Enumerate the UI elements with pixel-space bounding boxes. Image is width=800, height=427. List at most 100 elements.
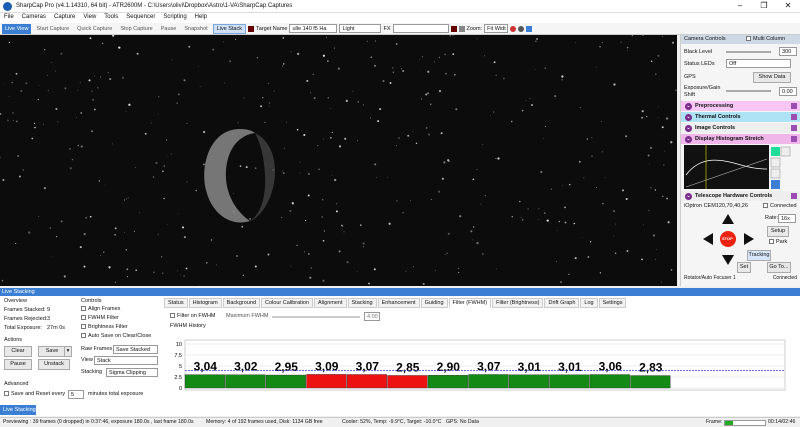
zoom-select[interactable]: Fit Widt <box>484 24 509 33</box>
menu-cameras[interactable]: Cameras <box>18 13 50 21</box>
rate-select[interactable]: 16x <box>778 214 796 223</box>
filter-on-fwhm-checkbox[interactable] <box>170 313 175 319</box>
tab-drift-graph[interactable]: Drift Graph <box>544 298 580 308</box>
minimize-button[interactable]: – <box>728 0 752 13</box>
color-swatch-icon[interactable] <box>247 25 254 32</box>
grid-icon[interactable] <box>458 25 465 32</box>
pin-icon[interactable] <box>526 25 533 32</box>
section-thermal[interactable]: ⌄ Thermal Controls <box>681 112 800 122</box>
record-icon[interactable] <box>510 25 517 32</box>
stacking-select[interactable]: Sigma Clipping <box>106 368 158 377</box>
menu-icon[interactable] <box>791 125 797 131</box>
chevron-down-icon: ⌄ <box>685 125 692 132</box>
save-reset-input[interactable]: 5 <box>68 390 84 399</box>
menu-icon[interactable] <box>791 103 797 109</box>
live-view-button[interactable]: Live View <box>2 23 32 34</box>
pause-button[interactable]: Pause <box>158 24 180 34</box>
view-select[interactable]: Stack <box>94 356 158 365</box>
menu-icon[interactable] <box>791 193 797 199</box>
title-bar: SharpCap Pro (v4.1.14310, 64 bit) - ATR2… <box>0 0 800 13</box>
rotator-section[interactable]: Rotator/Auto Focuser 1 <box>684 275 736 281</box>
tab-filter-fwhm[interactable]: Filter (FWHM) <box>448 298 492 308</box>
save-button[interactable]: Save <box>38 346 66 357</box>
auto-save-checkbox[interactable] <box>81 333 86 339</box>
max-fwhm-slider[interactable] <box>272 316 360 318</box>
live-stack-button[interactable]: Live Stack <box>212 23 246 34</box>
zoom-icon[interactable] <box>518 25 525 32</box>
stop-capture-button[interactable]: Stop Capture <box>117 24 155 34</box>
menu-sequencer[interactable]: Sequencer <box>122 13 159 21</box>
tab-filter-brightness[interactable]: Filter (Brightness) <box>492 298 544 308</box>
section-telescope[interactable]: ⌄ Telescope Hardware Controls <box>681 191 800 201</box>
auto-save-label: Auto Save on Clear/Close <box>88 333 152 339</box>
max-fwhm-input[interactable]: 4.00 <box>364 312 380 321</box>
section-preprocessing[interactable]: ⌄ Preprocessing <box>681 101 800 111</box>
show-data-button[interactable]: Show Data <box>753 72 791 83</box>
menu-icon[interactable] <box>791 136 797 142</box>
live-stacking-tab[interactable]: Live Stacking <box>0 405 36 415</box>
goto-button[interactable]: Go To... <box>767 262 791 273</box>
maximize-button[interactable]: ❐ <box>752 0 776 13</box>
unstack-button[interactable]: Unstack <box>38 359 70 370</box>
menu-view[interactable]: View <box>79 13 100 21</box>
black-level-input[interactable]: 300 <box>779 47 797 56</box>
exposure-shift-slider[interactable] <box>726 90 771 92</box>
tab-log[interactable]: Log <box>580 298 598 308</box>
save-reset-checkbox[interactable] <box>4 391 9 397</box>
tab-colour-calibration[interactable]: Colour Calibration <box>261 298 314 308</box>
image-preview[interactable] <box>0 35 677 286</box>
fx-select[interactable] <box>392 24 449 33</box>
view-label: View <box>81 357 93 363</box>
target-name-input[interactable]: ulle 140 f5 Ha <box>289 24 338 33</box>
menu-capture[interactable]: Capture <box>50 13 79 21</box>
reticle-color-icon[interactable] <box>450 25 457 32</box>
menu-tools[interactable]: Tools <box>100 13 122 21</box>
tab-status[interactable]: Status <box>164 298 188 308</box>
close-button[interactable]: ✕ <box>776 0 800 13</box>
tab-alignment[interactable]: Alignment <box>314 298 347 308</box>
profile-select[interactable]: Light <box>339 24 382 33</box>
mount-select[interactable]: iOptron CEM120,70,40,26 <box>684 203 748 209</box>
tab-histogram[interactable]: Histogram <box>188 298 222 308</box>
exposure-shift-input[interactable]: 0.00 <box>779 87 797 96</box>
clear-button[interactable]: Clear <box>4 346 32 357</box>
camera-controls-header[interactable]: Camera Controls Multi Column <box>681 35 800 44</box>
fwhm-bar-label: 2,85 <box>396 360 420 374</box>
tab-settings[interactable]: Settings <box>598 298 627 308</box>
tab-background[interactable]: Background <box>222 298 261 308</box>
fwhm-filter-checkbox[interactable] <box>81 315 86 321</box>
connected-checkbox[interactable] <box>763 203 768 209</box>
park-checkbox[interactable] <box>769 239 774 245</box>
y-tick-label: 7.5 <box>174 353 182 359</box>
section-histogram-stretch[interactable]: ⌄ Display Histogram Stretch <box>681 134 800 144</box>
multi-column-checkbox[interactable] <box>746 36 751 42</box>
align-frames-checkbox[interactable] <box>81 306 86 312</box>
stop-button[interactable]: STOP <box>722 236 733 241</box>
tab-guiding[interactable]: Guiding <box>420 298 448 308</box>
setup-button[interactable]: Setup <box>767 226 789 237</box>
menu-file[interactable]: File <box>0 13 18 21</box>
fwhm-bar-label: 3,02 <box>234 360 258 374</box>
frame-label: Frame: <box>706 419 723 425</box>
frame-progress <box>724 420 766 426</box>
brightness-filter-checkbox[interactable] <box>81 324 86 330</box>
pause-stack-button[interactable]: Pause <box>4 359 32 370</box>
save-dropdown-icon[interactable]: ▾ <box>64 346 72 357</box>
histogram-panel[interactable] <box>681 145 800 190</box>
tracking-button[interactable]: Tracking <box>747 250 771 261</box>
raw-frames-select[interactable]: Save Stacked <box>113 345 158 354</box>
section-image-controls[interactable]: ⌄ Image Controls <box>681 123 800 133</box>
max-fwhm-label: Maximum FWHM <box>226 313 269 319</box>
menu-help[interactable]: Help <box>191 13 211 21</box>
menu-scripting[interactable]: Scripting <box>159 13 190 21</box>
black-level-slider[interactable] <box>726 51 771 53</box>
set-button[interactable]: Set <box>737 262 751 273</box>
start-capture-button[interactable]: Start Capture <box>33 24 72 34</box>
tab-enhancement[interactable]: Enhancement <box>377 298 420 308</box>
snapshot-button[interactable]: Snapshot <box>181 24 210 34</box>
menu-icon[interactable] <box>791 114 797 120</box>
quick-capture-button[interactable]: Quick Capture <box>74 24 115 34</box>
tab-stacking[interactable]: Stacking <box>347 298 377 308</box>
status-leds-select[interactable]: Off <box>726 59 791 68</box>
gps-label: GPS <box>684 74 696 80</box>
